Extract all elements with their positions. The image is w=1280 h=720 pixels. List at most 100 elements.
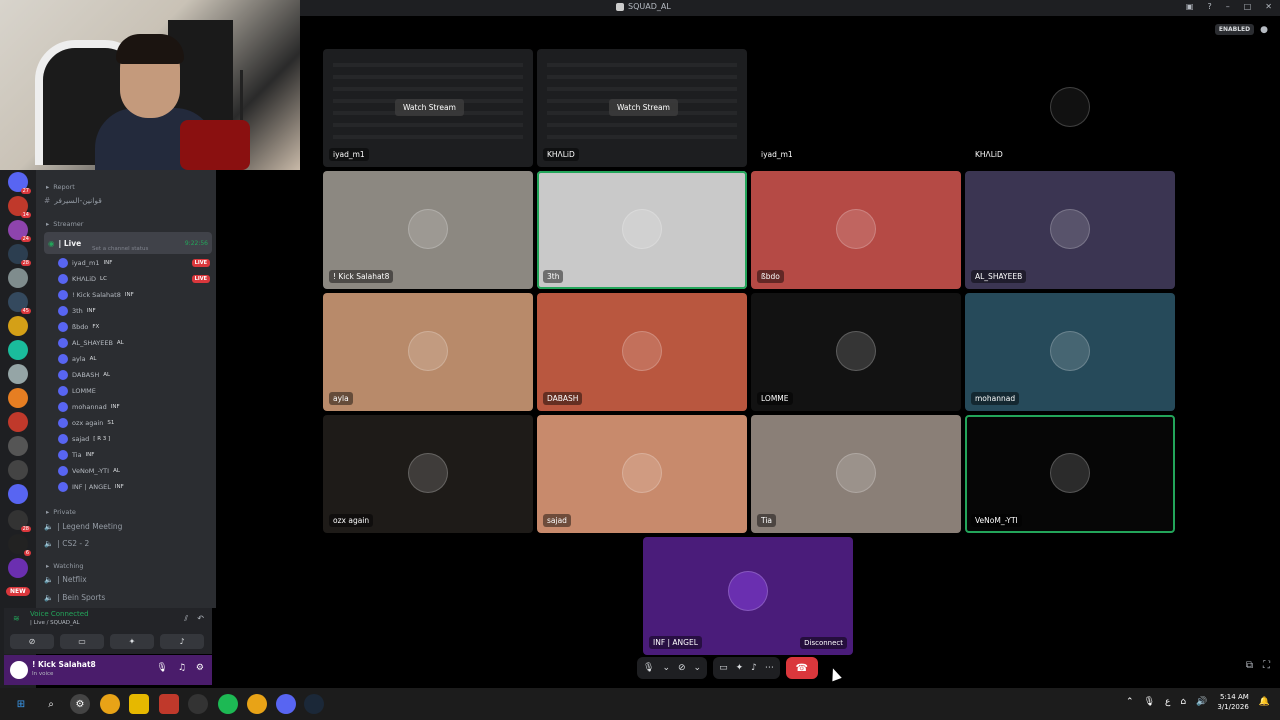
channel-cs2[interactable]: 🔈 | CS2 - 2 — [44, 539, 212, 548]
chevron-down-icon[interactable]: ⌄ — [662, 663, 670, 673]
fullscreen-icon[interactable]: ⛶ — [1263, 660, 1270, 671]
voice-user[interactable]: LOMME — [58, 384, 210, 398]
notification-icon[interactable]: 🔔 — [1259, 697, 1270, 707]
server-icon[interactable]: 45 — [8, 292, 31, 314]
participant-tile[interactable]: ßbdo — [751, 171, 961, 289]
maximize-button[interactable]: □ — [1244, 2, 1252, 11]
participant-tile[interactable]: DABASH — [537, 293, 747, 411]
participant-tile[interactable]: KHΛLiD — [965, 49, 1175, 167]
spotify-icon[interactable] — [218, 694, 238, 714]
avatar[interactable] — [10, 661, 28, 679]
voice-user[interactable]: iyad_m1 INF LIVE — [58, 256, 210, 270]
server-icon[interactable]: 6 — [8, 534, 31, 556]
more-icon[interactable]: ⋯ — [765, 663, 774, 673]
microphone-icon[interactable]: 🎙 — [1144, 697, 1155, 707]
voice-connected-label[interactable]: Voice Connected — [30, 610, 89, 618]
chat-icon[interactable]: ● — [1260, 25, 1268, 35]
server-icon[interactable] — [8, 268, 28, 288]
server-icon[interactable] — [8, 388, 28, 408]
voice-user[interactable]: VeNoM_-YTI AL — [58, 464, 210, 478]
chrome-icon[interactable] — [100, 694, 120, 714]
voice-user[interactable]: ! Kick Salahat8 INF — [58, 288, 210, 302]
server-icon[interactable] — [8, 316, 28, 336]
participant-tile[interactable]: LOMME — [751, 293, 961, 411]
discord-icon[interactable] — [276, 694, 296, 714]
server-icon[interactable]: 14 — [8, 196, 31, 218]
participant-tile[interactable]: Tia — [751, 415, 961, 533]
category-streamer[interactable]: ▸ Streamer — [46, 220, 83, 228]
minimize-button[interactable]: – — [1226, 2, 1230, 11]
popout-icon[interactable]: ⧉ — [1246, 660, 1253, 671]
camera-off-icon[interactable]: ⊘ — [678, 663, 686, 673]
inbox-icon[interactable]: ▣ — [1186, 2, 1194, 11]
enabled-badge[interactable]: ENABLED — [1214, 24, 1255, 35]
camera-button[interactable]: ⊘ — [10, 634, 54, 649]
voice-user[interactable]: sajad[ R 3 ] — [58, 432, 210, 446]
voice-user[interactable]: AL_SHAYEEB AL — [58, 336, 210, 350]
app-icon[interactable] — [188, 694, 208, 714]
participant-tile[interactable]: Watch Stream iyad_m1 — [323, 49, 533, 167]
new-badge[interactable]: NEW — [6, 587, 30, 596]
participant-tile[interactable]: ! Kick Salahat8 — [323, 171, 533, 289]
gear-icon[interactable]: ⚙ — [196, 663, 204, 673]
disconnect-icon[interactable]: ↶ — [197, 614, 204, 623]
channel-legend-meeting[interactable]: 🔈 | Legend Meeting — [44, 522, 212, 531]
category-watching[interactable]: ▸ Watching — [46, 562, 84, 570]
category-report[interactable]: ▸ Report — [46, 183, 75, 191]
help-icon[interactable]: ? — [1207, 2, 1211, 11]
server-icon[interactable] — [8, 558, 28, 578]
file-explorer-icon[interactable] — [129, 694, 149, 714]
participant-tile[interactable]: AL_SHAYEEB — [965, 171, 1175, 289]
participant-tile[interactable]: ozx again — [323, 415, 533, 533]
server-icon[interactable] — [8, 412, 28, 432]
watch-stream-button[interactable]: Watch Stream — [395, 99, 464, 116]
username[interactable]: ! Kick Salahat8 — [32, 660, 96, 669]
language-icon[interactable]: ع — [1165, 697, 1170, 707]
participant-tile-angel[interactable]: INF | ANGEL Disconnect — [643, 537, 853, 655]
participant-tile[interactable]: mohannad — [965, 293, 1175, 411]
microphone-icon[interactable]: 🎙 — [156, 663, 167, 673]
voice-user[interactable]: 3th INF — [58, 304, 210, 318]
activity-icon[interactable]: ✦ — [736, 663, 744, 673]
participant-tile[interactable]: Watch Stream KHΛLiD — [537, 49, 747, 167]
channel-status[interactable]: Set a channel status — [92, 246, 148, 252]
voice-user[interactable]: ßbdo FX — [58, 320, 210, 334]
server-icon[interactable]: 28 — [8, 244, 31, 266]
headphones-icon[interactable]: ♫ — [178, 663, 186, 673]
voice-user[interactable]: Tia INF — [58, 448, 210, 462]
voice-user[interactable]: ozx again S1 — [58, 416, 210, 430]
voice-user[interactable]: DABASH AL — [58, 368, 210, 382]
folder-icon[interactable] — [8, 484, 28, 504]
microphone-icon[interactable]: 🎙 — [643, 663, 654, 673]
wifi-icon[interactable]: ⌂ — [1180, 697, 1186, 707]
steam-icon[interactable] — [304, 694, 324, 714]
channel-rules[interactable]: # قوانين-السيرفر — [44, 196, 212, 205]
settings-icon[interactable]: ⚙ — [70, 694, 90, 714]
server-icon[interactable]: 28 — [8, 510, 31, 532]
clock[interactable]: 5:14 AM 3/1/2026 — [1217, 692, 1248, 712]
activities-button[interactable]: ✦ — [110, 634, 154, 649]
noise-suppression-icon[interactable]: ⫽ — [184, 614, 188, 624]
app-icon[interactable] — [159, 694, 179, 714]
voice-user[interactable]: mohannad INF — [58, 400, 210, 414]
server-icon[interactable] — [8, 340, 28, 360]
chevron-up-icon[interactable]: ⌃ — [1126, 697, 1134, 707]
voice-user[interactable]: ayla AL — [58, 352, 210, 366]
chrome-icon[interactable] — [247, 694, 267, 714]
participant-tile[interactable]: VeNoM_-YTI — [965, 415, 1175, 533]
close-button[interactable]: ✕ — [1265, 2, 1272, 11]
server-icon[interactable] — [8, 364, 28, 384]
channel-netflix[interactable]: 🔈 | Netflix — [44, 575, 212, 584]
server-icon[interactable]: 24 — [8, 220, 31, 242]
search-icon[interactable]: ⌕ — [41, 694, 61, 714]
server-icon[interactable] — [8, 460, 28, 480]
server-icon[interactable] — [8, 436, 28, 456]
participant-tile[interactable]: ayla — [323, 293, 533, 411]
volume-icon[interactable]: 🔊 — [1196, 697, 1207, 707]
participant-tile[interactable]: sajad — [537, 415, 747, 533]
signal-icon[interactable]: ≋ — [13, 614, 20, 623]
server-icon[interactable]: 27 — [8, 172, 31, 194]
soundboard-button[interactable]: ♪ — [160, 634, 204, 649]
participant-tile[interactable]: iyad_m1 — [751, 49, 961, 167]
screen-share-button[interactable]: ▭ — [60, 634, 104, 649]
